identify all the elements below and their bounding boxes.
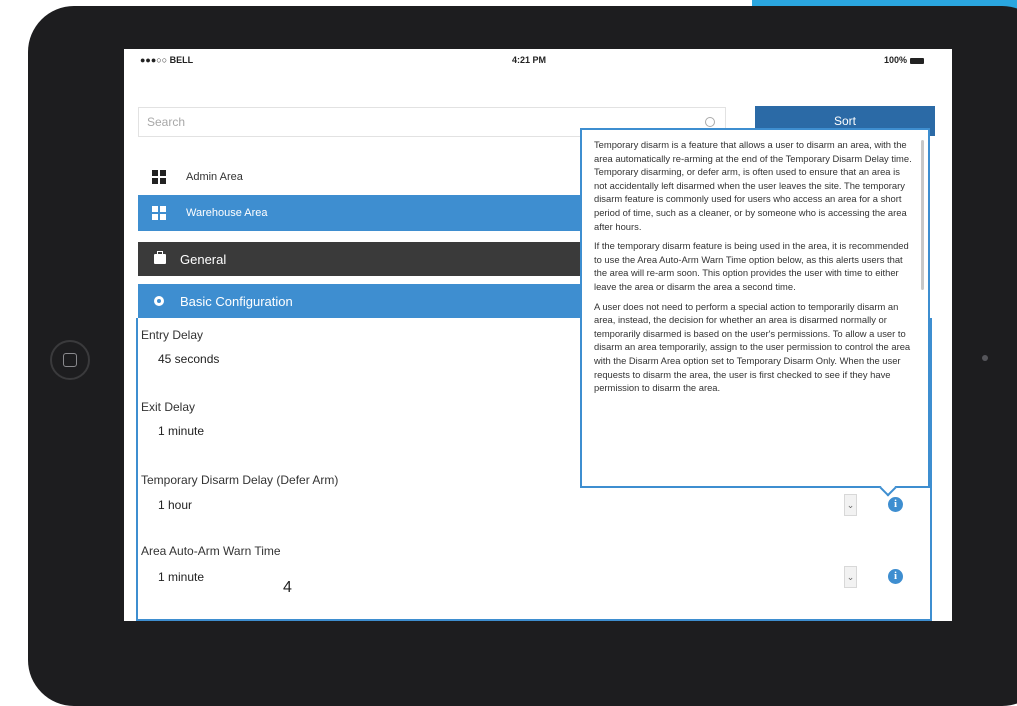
callout-number: 4: [283, 579, 292, 596]
popover-scrollbar[interactable]: [921, 140, 924, 290]
info-icon[interactable]: i: [888, 497, 903, 512]
status-bar: ●●●○○ BELL 4:21 PM 100%: [124, 49, 952, 71]
briefcase-icon: [154, 251, 166, 264]
section-basic-label: Basic Configuration: [180, 293, 293, 309]
temporary-disarm-delay-label: Temporary Disarm Delay (Defer Arm): [141, 473, 339, 487]
area-item-label: Admin Area: [186, 171, 243, 183]
exit-delay-select[interactable]: 1 minute: [158, 424, 204, 438]
help-paragraph: Temporary disarm is a feature that allow…: [594, 139, 912, 232]
camera-icon: [982, 355, 988, 361]
battery-label: 100%: [883, 55, 907, 65]
help-paragraph: A user does not need to perform a specia…: [594, 300, 911, 394]
section-general-header[interactable]: General: [138, 242, 598, 276]
help-popover: Temporary disarm is a feature that allow…: [580, 128, 930, 488]
battery-icon: [910, 57, 924, 64]
temporary-disarm-delay-select[interactable]: 1 hour: [158, 498, 192, 512]
section-general-label: General: [180, 251, 227, 267]
entry-delay-label: Entry Delay: [141, 328, 204, 342]
help-text: Temporary disarm is a feature that allow…: [582, 130, 928, 395]
home-button[interactable]: [50, 340, 90, 380]
carrier-label: ●●●○○ BELL: [140, 55, 194, 65]
search-icon[interactable]: [705, 117, 715, 127]
home-icon: [63, 353, 77, 367]
area-item-admin[interactable]: Admin Area: [138, 159, 598, 195]
exit-delay-label: Exit Delay: [141, 400, 196, 414]
clock-label: 4:21 PM: [512, 55, 547, 65]
gear-icon: [154, 296, 164, 306]
area-item-label: Warehouse Area: [186, 207, 268, 219]
chevron-down-icon[interactable]: ⌄: [844, 566, 857, 588]
area-auto-arm-warn-time-label: Area Auto-Arm Warn Time: [141, 544, 281, 558]
battery-indicator: 100%: [884, 55, 924, 65]
screen: ●●●○○ BELL 4:21 PM 100% Sort Admin Area …: [124, 49, 952, 621]
area-auto-arm-warn-time-select[interactable]: 1 minute: [158, 570, 204, 584]
grid-icon: [152, 170, 166, 184]
grid-icon: [152, 206, 166, 220]
entry-delay-select[interactable]: 45 seconds: [158, 352, 219, 366]
chevron-down-icon[interactable]: ⌄: [844, 494, 857, 516]
section-basic-configuration-header[interactable]: Basic Configuration: [138, 284, 598, 318]
area-item-warehouse[interactable]: Warehouse Area: [138, 195, 598, 231]
info-icon[interactable]: i: [888, 569, 903, 584]
area-list: Admin Area Warehouse Area: [138, 159, 598, 231]
help-paragraph: If the temporary disarm feature is being…: [594, 240, 909, 292]
